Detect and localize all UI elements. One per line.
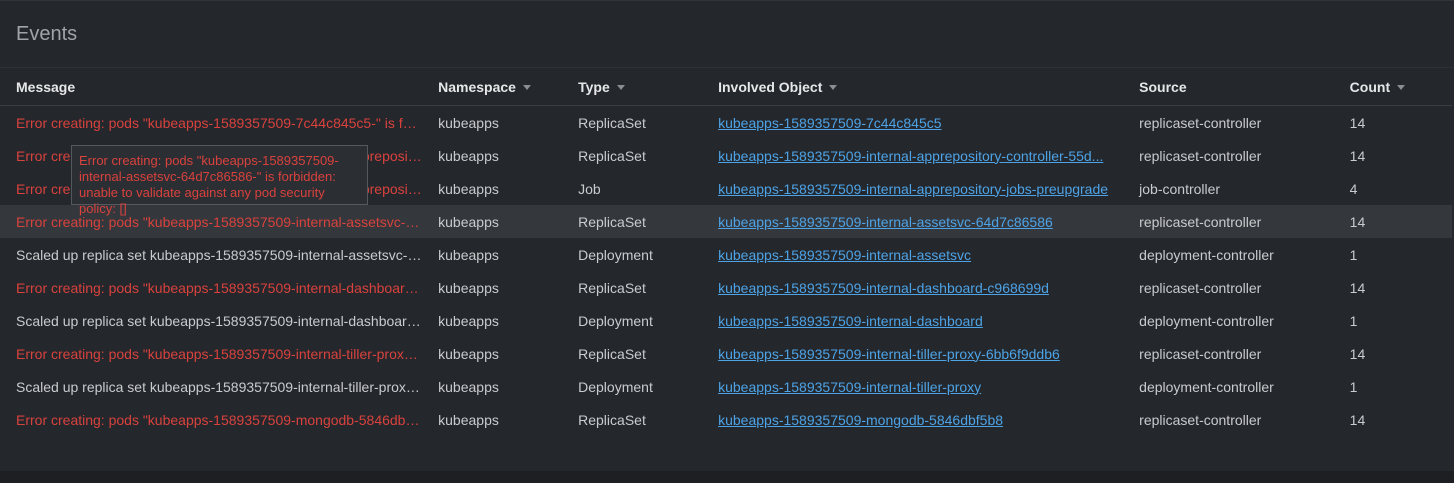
sort-caret-icon[interactable]: [616, 85, 625, 91]
table-row[interactable]: Error creating: pods "kubeapps-158935750…: [0, 403, 1452, 436]
message-cell[interactable]: Scaled up replica set kubeapps-158935750…: [0, 370, 422, 403]
namespace-cell: kubeapps: [438, 279, 499, 296]
involved-object-cell: kubeapps-1589357509-7c44c845c5: [702, 106, 1123, 140]
count-cell: 1: [1349, 246, 1358, 263]
involved-object-link[interactable]: kubeapps-1589357509-internal-dashboard: [718, 313, 983, 329]
involved-object-link[interactable]: kubeapps-1589357509-internal-appreposito…: [718, 148, 1103, 164]
source-cell: deployment-controller: [1139, 246, 1274, 263]
type-cell: Job: [578, 180, 601, 197]
type-cell: ReplicaSet: [578, 114, 646, 131]
namespace-cell: kubeapps: [438, 114, 499, 131]
column-header-count[interactable]: Count: [1333, 68, 1452, 106]
table-row[interactable]: Scaled up replica set kubeapps-158935750…: [0, 370, 1452, 403]
count-cell: 14: [1349, 279, 1366, 296]
column-header-message: Message: [0, 68, 423, 106]
involved-object-link[interactable]: kubeapps-1589357509-internal-tiller-prox…: [718, 379, 981, 395]
involved-object-cell: kubeapps-1589357509-internal-tiller-prox…: [702, 337, 1123, 370]
panel-title: Events: [16, 23, 78, 45]
message-cell[interactable]: Error creating: pods "kubeapps-158935750…: [0, 271, 422, 304]
involved-object-link[interactable]: kubeapps-1589357509-mongodb-5846dbf5b8: [718, 412, 1003, 428]
involved-object-link[interactable]: kubeapps-1589357509-internal-assetsvc-64…: [718, 214, 1053, 230]
column-header-involved-object[interactable]: Involved Object: [702, 68, 1124, 106]
table-row[interactable]: Error creating: pods "kubeapps-158935750…: [0, 337, 1452, 370]
involved-object-link[interactable]: kubeapps-1589357509-internal-tiller-prox…: [718, 346, 1060, 362]
sort-caret-icon[interactable]: [522, 85, 531, 91]
count-cell: 4: [1349, 180, 1358, 197]
message-cell[interactable]: Error creating: pods "kubeapps-158935750…: [0, 205, 423, 238]
count-cell: 14: [1333, 205, 1452, 238]
source-cell: replicaset-controller: [1139, 147, 1262, 164]
type-cell: ReplicaSet: [578, 411, 646, 428]
table-row[interactable]: Error creating: pods "kubeapps-158935750…: [0, 205, 1452, 238]
sort-caret-icon[interactable]: [829, 85, 838, 91]
column-header-type[interactable]: Type: [562, 68, 703, 106]
type-cell: ReplicaSet: [578, 279, 646, 296]
namespace-cell: kubeapps: [438, 147, 499, 164]
type-cell: Deployment: [578, 246, 653, 263]
events-table: Message Namespace Type Involved Object S…: [0, 68, 1452, 436]
source-cell: replicaset-controller: [1139, 411, 1262, 428]
count-cell: 1: [1349, 378, 1358, 395]
message-cell[interactable]: Scaled up replica set kubeapps-158935750…: [0, 238, 422, 271]
source-cell: deployment-controller: [1139, 312, 1274, 329]
type-cell: ReplicaSet: [578, 147, 646, 164]
namespace-cell: kubeapps: [438, 345, 499, 362]
involved-object-cell: kubeapps-1589357509-internal-appreposito…: [702, 139, 1123, 172]
bottom-strip: [0, 471, 1454, 483]
namespace-cell: kubeapps: [422, 205, 563, 238]
involved-object-link[interactable]: kubeapps-1589357509-7c44c845c5: [718, 115, 941, 131]
count-cell: 14: [1349, 411, 1366, 428]
source-cell: replicaset-controller: [1139, 345, 1262, 362]
count-cell: 14: [1349, 345, 1366, 362]
type-cell: ReplicaSet: [562, 205, 703, 238]
count-cell: 1: [1349, 312, 1358, 329]
message-cell[interactable]: Error creating: pods "kubeapps-158935750…: [0, 337, 422, 370]
column-header-namespace[interactable]: Namespace: [422, 68, 563, 106]
involved-object-cell: kubeapps-1589357509-internal-dashboard: [702, 304, 1123, 337]
table-row[interactable]: Error creating: pods "kubeapps-158935750…: [0, 106, 1452, 140]
involved-object-cell: kubeapps-1589357509-internal-assetsvc: [702, 238, 1123, 271]
source-cell: replicaset-controller: [1123, 205, 1334, 238]
namespace-cell: kubeapps: [438, 312, 499, 329]
source-cell: replicaset-controller: [1139, 279, 1262, 296]
namespace-cell: kubeapps: [438, 378, 499, 395]
source-cell: deployment-controller: [1139, 378, 1274, 395]
table-row[interactable]: Scaled up replica set kubeapps-158935750…: [0, 238, 1452, 271]
events-panel: Events Message Namespace Type Involved O…: [0, 0, 1454, 472]
involved-object-cell: kubeapps-1589357509-mongodb-5846dbf5b8: [702, 403, 1123, 436]
source-cell: job-controller: [1139, 180, 1221, 197]
table-row[interactable]: Scaled up replica set kubeapps-158935750…: [0, 304, 1452, 337]
type-cell: ReplicaSet: [578, 345, 646, 362]
count-cell: 14: [1349, 147, 1366, 164]
column-header-source: Source: [1123, 68, 1334, 106]
involved-object-link[interactable]: kubeapps-1589357509-internal-dashboard-c…: [718, 280, 1049, 296]
involved-object-cell: kubeapps-1589357509-internal-tiller-prox…: [702, 370, 1123, 403]
type-cell: Deployment: [578, 378, 653, 395]
involved-object-link[interactable]: kubeapps-1589357509-internal-assetsvc: [718, 247, 971, 263]
table-header-row: Message Namespace Type Involved Object S…: [0, 68, 1452, 106]
message-cell[interactable]: Error creating: pods "kubeapps-158935750…: [0, 403, 422, 436]
source-cell: replicaset-controller: [1139, 114, 1262, 131]
involved-object-cell: kubeapps-1589357509-internal-assetsvc-64…: [702, 205, 1124, 238]
sort-caret-icon[interactable]: [1397, 85, 1406, 91]
involved-object-cell: kubeapps-1589357509-internal-dashboard-c…: [702, 271, 1123, 304]
message-cell[interactable]: Error creating: pods "kubeapps-158935750…: [0, 106, 422, 140]
count-cell: 14: [1349, 114, 1366, 131]
message-cell[interactable]: Scaled up replica set kubeapps-158935750…: [0, 304, 422, 337]
namespace-cell: kubeapps: [438, 246, 499, 263]
namespace-cell: kubeapps: [438, 180, 499, 197]
message-tooltip: Error creating: pods "kubeapps-158935750…: [71, 145, 368, 216]
type-cell: Deployment: [578, 312, 653, 329]
table-row[interactable]: Error creating: pods "kubeapps-158935750…: [0, 271, 1452, 304]
namespace-cell: kubeapps: [438, 411, 499, 428]
involved-object-cell: kubeapps-1589357509-internal-appreposito…: [702, 172, 1123, 205]
involved-object-link[interactable]: kubeapps-1589357509-internal-appreposito…: [718, 181, 1108, 197]
